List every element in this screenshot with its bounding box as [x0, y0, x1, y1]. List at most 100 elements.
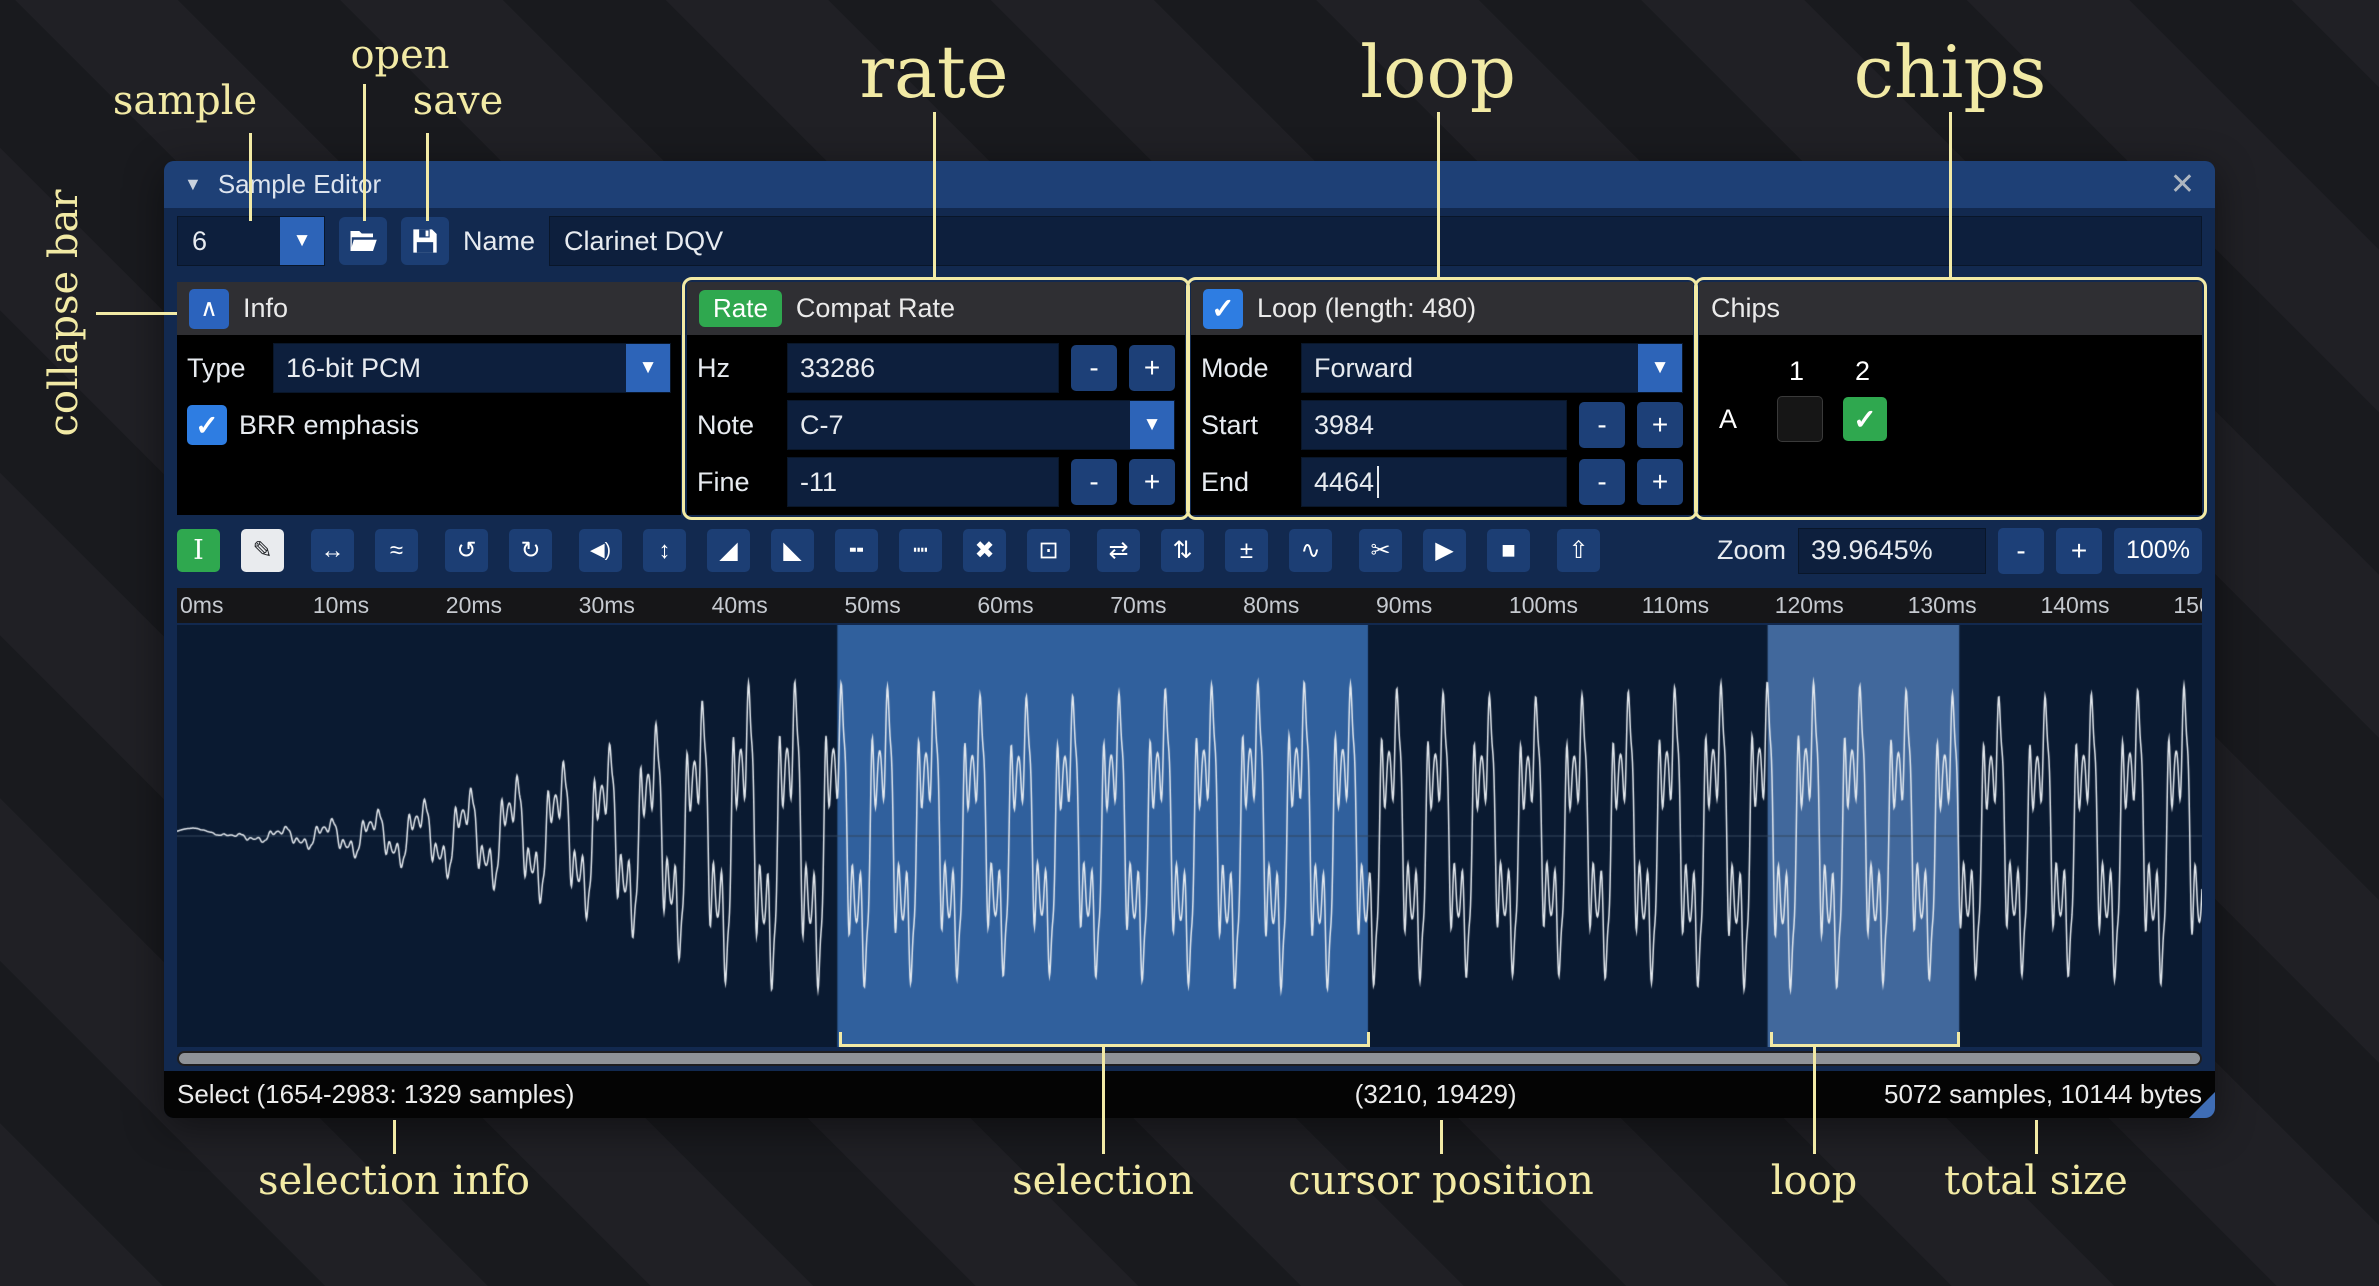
collapse-bar-button[interactable]: ∧ — [189, 289, 229, 329]
pencil-icon: ✎ — [252, 536, 272, 565]
apply-silence-button[interactable]: ┉ — [899, 529, 942, 572]
chip-row-label: A — [1719, 404, 1737, 435]
property-sections: ∧ Info Type 16-bit PCM ▼ ✓ BRR emphasis — [177, 282, 2202, 515]
chip-2-checkbox[interactable]: ✓ — [1843, 397, 1887, 441]
fade-in-button[interactable]: ◢ — [707, 529, 750, 572]
ruler-label: 0ms — [177, 592, 310, 619]
loop-section: ✓ Loop (length: 480) Mode Forward ▼ Star… — [1191, 282, 1693, 515]
trim-button[interactable]: ⊡ — [1027, 529, 1070, 572]
loop-enable-checkbox[interactable]: ✓ — [1203, 289, 1243, 329]
annotation-loop-bottom: loop — [1771, 1158, 1858, 1204]
stop-preview-button[interactable]: ■ — [1487, 529, 1530, 572]
swap-horizontal-icon: ⇄ — [1108, 536, 1128, 565]
resize-button[interactable]: ↔ — [311, 529, 354, 572]
annotation-line-collapse-bar — [96, 312, 177, 315]
loop-end-plus-button[interactable]: + — [1637, 459, 1683, 505]
resample-button[interactable]: ≈ — [375, 529, 418, 572]
annotation-bracket-selection-left-tick — [839, 1032, 842, 1046]
window-collapse-icon[interactable]: ▼ — [184, 174, 202, 195]
loop-end-value: 4464 — [1302, 466, 1566, 498]
dropdown-arrow-icon[interactable]: ▼ — [626, 344, 670, 392]
delete-button[interactable]: ✖ — [963, 529, 1006, 572]
sample-type-dropdown[interactable]: 16-bit PCM ▼ — [273, 343, 671, 393]
chip-1-checkbox[interactable] — [1777, 396, 1823, 442]
dropdown-arrow-icon[interactable]: ▼ — [1130, 401, 1174, 449]
fade-out-button[interactable]: ◣ — [771, 529, 814, 572]
ruler-label: 80ms — [1240, 592, 1373, 619]
loop-start-value: 3984 — [1302, 410, 1566, 441]
loop-end-minus-button[interactable]: - — [1579, 459, 1625, 505]
hz-minus-button[interactable]: - — [1071, 345, 1117, 391]
loop-start-input[interactable]: 3984 — [1301, 400, 1567, 450]
ruler-label: 110ms — [1639, 592, 1772, 619]
zoom-value: 39.9645% — [1799, 535, 1985, 566]
annotation-open: open — [350, 32, 449, 78]
create-wavetable-button[interactable]: ⇧ — [1557, 529, 1600, 572]
hz-label: Hz — [697, 353, 775, 384]
waveform-view[interactable] — [177, 625, 2202, 1047]
loop-start-plus-button[interactable]: + — [1637, 402, 1683, 448]
annotation-line-chips — [1949, 112, 1952, 280]
rate-badge[interactable]: Rate — [699, 290, 782, 327]
ramp-up-icon: ◢ — [719, 536, 737, 565]
titlebar[interactable]: ▼ Sample Editor ✕ — [164, 161, 2215, 208]
scrollbar-thumb[interactable] — [179, 1053, 2200, 1064]
ruler-label: 60ms — [974, 592, 1107, 619]
loop-mode-value: Forward — [1302, 353, 1638, 384]
invert-button[interactable]: ⇅ — [1161, 529, 1204, 572]
save-sample-button[interactable] — [401, 217, 449, 265]
apply-filter-button[interactable]: ∿ — [1289, 529, 1332, 572]
edit-mode-draw-button[interactable]: ✎ — [241, 529, 284, 572]
zoom-input[interactable]: 39.9645% — [1798, 528, 1986, 574]
zoom-reset-button[interactable]: 100% — [2114, 528, 2202, 574]
amplify-button[interactable]: ◀) — [579, 529, 622, 572]
reverse-button[interactable]: ⇄ — [1097, 529, 1140, 572]
preview-button[interactable]: ▶ — [1423, 529, 1466, 572]
loop-mode-dropdown[interactable]: Forward ▼ — [1301, 343, 1683, 393]
zoom-in-button[interactable]: + — [2056, 528, 2102, 574]
annotation-line-selection-info — [393, 1120, 396, 1154]
status-cursor-position: (3210, 19429) — [1355, 1079, 1517, 1110]
hz-plus-button[interactable]: + — [1129, 345, 1175, 391]
zoom-cluster: Zoom 39.9645% - + 100% — [1717, 528, 2202, 574]
fine-minus-button[interactable]: - — [1071, 459, 1117, 505]
edit-mode-select-button[interactable]: I — [177, 529, 220, 572]
arrows-vertical-icon: ↕ — [659, 537, 671, 565]
annotation-bracket-loop-left-tick — [1770, 1032, 1773, 1046]
normalize-button[interactable]: ↕ — [643, 529, 686, 572]
fine-input[interactable]: -11 — [787, 457, 1059, 507]
stop-icon: ■ — [1501, 537, 1516, 565]
waveform-canvas[interactable] — [177, 625, 2202, 1047]
undo-button[interactable]: ↺ — [445, 529, 488, 572]
check-icon: ✓ — [195, 409, 218, 442]
x-icon: ✖ — [974, 536, 994, 565]
dropdown-arrow-icon[interactable]: ▼ — [1638, 344, 1682, 392]
dropdown-arrow-icon[interactable]: ▼ — [280, 217, 324, 265]
ruler-label: 70ms — [1107, 592, 1240, 619]
close-icon[interactable]: ✕ — [2170, 167, 2195, 202]
chips-header: Chips — [1699, 282, 2202, 335]
note-dropdown[interactable]: C-7 ▼ — [787, 400, 1175, 450]
waveform-ruler[interactable]: 0ms 10ms 20ms 30ms 40ms 50ms 60ms 70ms 8… — [177, 588, 2202, 623]
loop-end-input[interactable]: 4464 — [1301, 457, 1567, 507]
annotation-line-rate — [933, 112, 936, 280]
sample-number-combo[interactable]: 6 ▼ — [177, 216, 325, 266]
zoom-out-button[interactable]: - — [1998, 528, 2044, 574]
ramp-down-icon: ◣ — [783, 536, 801, 565]
insert-silence-button[interactable]: ╍ — [835, 529, 878, 572]
toolbar: I ✎ ↔ ≈ ↺ ↻ ◀) ↕ ◢ ◣ ╍ ┉ ✖ ⊡ ⇄ — [177, 529, 2202, 572]
type-label: Type — [187, 353, 261, 384]
hz-input[interactable]: 33286 — [787, 343, 1059, 393]
signed-unsigned-button[interactable]: ± — [1225, 529, 1268, 572]
redo-button[interactable]: ↻ — [509, 529, 552, 572]
ruler-label: 140ms — [2037, 592, 2170, 619]
sample-name-input[interactable]: Clarinet DQV — [549, 216, 2202, 266]
waveform-scrollbar[interactable] — [177, 1051, 2202, 1066]
loop-start-label: Start — [1201, 410, 1289, 441]
info-header[interactable]: ∧ Info — [177, 282, 681, 335]
brr-emphasis-checkbox[interactable]: ✓ — [187, 405, 227, 445]
fine-plus-button[interactable]: + — [1129, 459, 1175, 505]
crossfade-loop-button[interactable]: ✂ — [1359, 529, 1402, 572]
loop-start-minus-button[interactable]: - — [1579, 402, 1625, 448]
open-sample-button[interactable] — [339, 217, 387, 265]
